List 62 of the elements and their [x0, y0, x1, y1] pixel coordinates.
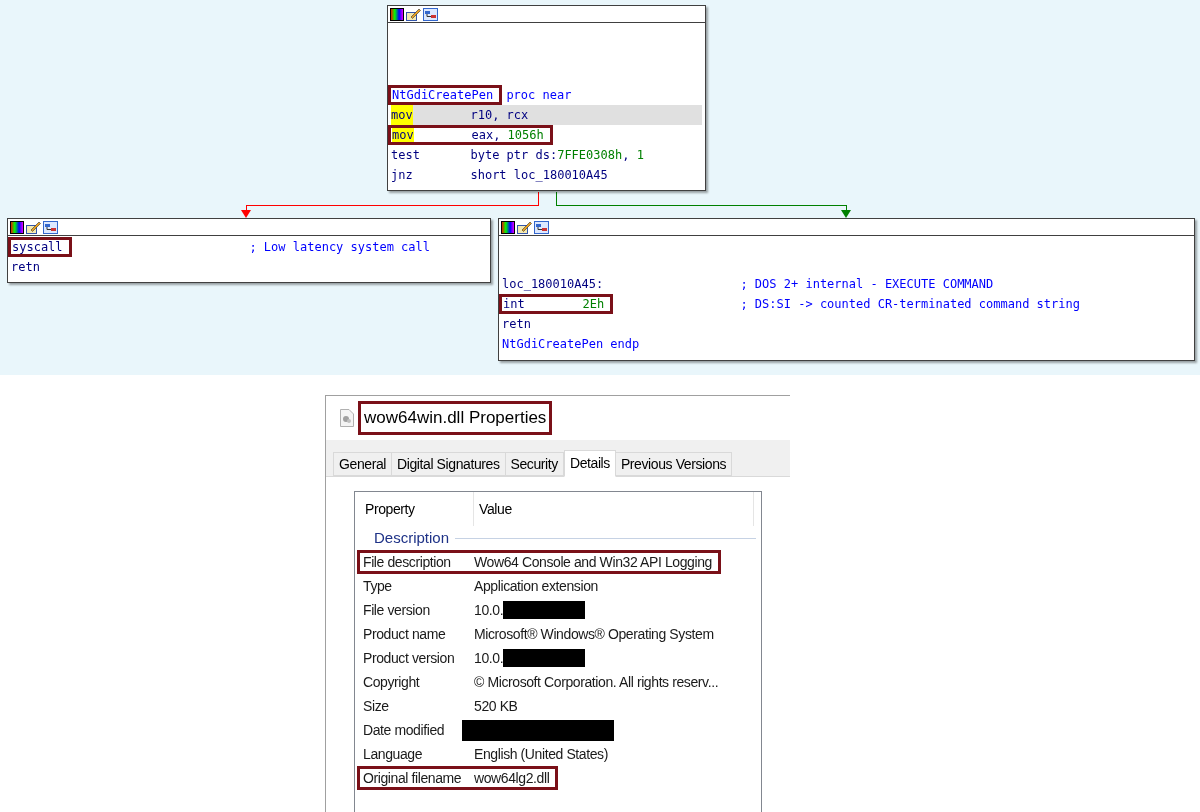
graph-view-icon[interactable]	[423, 7, 438, 21]
property-value: Wow64 Console and Win32 API Logging	[474, 552, 712, 572]
property-name: File version	[362, 600, 431, 620]
property-value: 10.0.	[474, 648, 504, 668]
property-name: Size	[362, 696, 390, 716]
pencil-icon[interactable]	[406, 7, 421, 21]
instruction-mnemonic: mov	[392, 128, 414, 142]
property-value: 520 KB	[474, 696, 518, 716]
tab[interactable]: Digital Signatures	[391, 452, 506, 476]
property-value: Application extension	[474, 576, 598, 596]
code-text: ,	[622, 147, 631, 164]
instruction-mnemonic: retn	[11, 259, 40, 276]
property-name: Date modified	[362, 720, 446, 740]
group-header: Description	[374, 527, 450, 548]
property-name: File description	[362, 552, 452, 572]
property-value: Microsoft® Windows® Operating System	[474, 624, 714, 644]
instruction-mnemonic: jnz	[391, 167, 413, 184]
column-header[interactable]: Property	[360, 492, 474, 526]
instruction-mnemonic: syscall	[12, 240, 63, 254]
tab[interactable]: General	[333, 452, 392, 476]
file-icon	[340, 409, 354, 427]
code-comment: ; DS:SI -> counted CR-terminated command string	[740, 296, 1080, 313]
pencil-icon[interactable]	[26, 220, 41, 234]
property-name: Type	[362, 576, 393, 596]
palette-icon[interactable]	[501, 220, 515, 234]
palette-icon[interactable]	[390, 7, 404, 21]
code-text: byte ptr ds:	[470, 147, 558, 164]
code-text: eax,	[471, 128, 502, 142]
code-text: NtGdiCreatePen endp	[502, 336, 640, 353]
dialog-title: wow64win.dll Properties	[358, 401, 553, 435]
tab[interactable]: Details	[563, 450, 616, 477]
code-text: loc_180010A45:	[502, 276, 604, 293]
property-name: Copyright	[362, 672, 421, 692]
numeric-operand: 1	[636, 147, 644, 164]
column-header[interactable]: Value	[474, 492, 754, 526]
tab[interactable]: Previous Versions	[614, 452, 733, 476]
code-comment: ; Low latency system call	[249, 239, 431, 256]
code-text: proc near	[505, 87, 572, 104]
tab[interactable]: Security	[504, 452, 564, 476]
palette-icon[interactable]	[10, 220, 24, 234]
pencil-icon[interactable]	[517, 220, 532, 234]
numeric-operand: 1056h	[507, 128, 544, 142]
instruction-mnemonic: test	[391, 147, 420, 164]
property-name: Original filename	[362, 768, 463, 788]
property-value: English (United States)	[474, 744, 608, 764]
property-name: Product version	[362, 648, 456, 668]
property-value: © Microsoft Corporation. All rights reserv...	[474, 672, 719, 692]
code-text: short loc_180010A45	[470, 167, 608, 184]
instruction-mnemonic: int	[503, 297, 525, 311]
graph-view-icon[interactable]	[43, 220, 58, 234]
numeric-operand: 2Eh	[582, 297, 605, 311]
instruction-mnemonic: retn	[502, 316, 531, 333]
code-text: r10, rcx	[470, 107, 529, 124]
property-name: Product name	[362, 624, 447, 644]
instruction-mnemonic: mov	[391, 105, 413, 125]
numeric-operand: 7FFE0308h	[557, 147, 623, 164]
property-value: wow64lg2.dll	[474, 768, 550, 788]
property-value: 10.0.	[474, 600, 504, 620]
code-text: NtGdiCreatePen	[392, 88, 494, 102]
code-comment: ; DOS 2+ internal - EXECUTE COMMAND	[740, 276, 994, 293]
property-name: Language	[362, 744, 424, 764]
graph-view-icon[interactable]	[534, 220, 549, 234]
